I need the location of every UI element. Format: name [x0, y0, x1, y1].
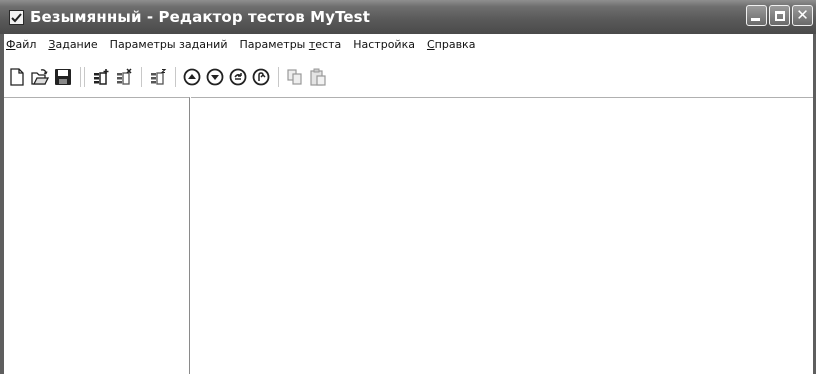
paste-button[interactable] [308, 66, 328, 88]
menu-help-rest: правка [434, 38, 476, 51]
delete-task-button[interactable] [114, 66, 134, 88]
menu-task[interactable]: Задание [42, 35, 103, 55]
move-back-button[interactable] [251, 66, 271, 88]
app-checkbox-icon [9, 9, 24, 25]
window-controls: ✕ [746, 5, 813, 26]
delete-task-icon [117, 68, 132, 85]
move-next-icon [229, 68, 247, 86]
close-button[interactable]: ✕ [792, 5, 813, 26]
menu-help-mnemonic: С [426, 38, 435, 51]
add-task-button[interactable] [91, 66, 111, 88]
toolbar-separator [141, 67, 142, 87]
maximize-icon [774, 10, 785, 21]
menu-bar: Файл Задание Параметры заданий Параметры… [4, 34, 813, 56]
new-file-icon [10, 68, 24, 86]
paste-icon [310, 68, 326, 86]
toolbar-separator [278, 67, 279, 87]
client-area [4, 97, 813, 374]
maximize-button[interactable] [769, 5, 790, 26]
minimize-icon [751, 18, 760, 21]
toolbar-separator [175, 67, 176, 87]
menu-file-rest: айл [15, 38, 37, 51]
copy-icon [287, 69, 302, 85]
menu-file[interactable]: Файл [4, 35, 42, 55]
move-next-button[interactable] [228, 66, 248, 88]
window-title: Безымянный - Редактор тестов MyTest [30, 8, 370, 26]
menu-help[interactable]: Справка [421, 35, 481, 55]
task-list-pane[interactable] [4, 97, 190, 374]
menu-test-params[interactable]: Параметры теста [233, 35, 347, 55]
menu-task-rest: адание [55, 38, 98, 51]
open-folder-icon [31, 69, 49, 85]
title-bar[interactable]: Безымянный - Редактор тестов MyTest ✕ [0, 0, 816, 34]
task-properties-icon [151, 68, 167, 85]
menu-test-params-pre: Параметры [239, 38, 309, 51]
minimize-button[interactable] [746, 5, 767, 26]
open-button[interactable] [30, 66, 50, 88]
save-icon [55, 69, 71, 85]
move-down-icon [206, 68, 224, 86]
new-button[interactable] [7, 66, 27, 88]
toolbar [4, 57, 813, 97]
move-up-button[interactable] [182, 66, 202, 88]
add-task-icon [94, 69, 109, 85]
toolbar-separator [80, 67, 85, 87]
menu-test-params-rest: еста [315, 38, 342, 51]
save-button[interactable] [53, 66, 73, 88]
move-down-button[interactable] [205, 66, 225, 88]
task-editor-pane[interactable] [191, 97, 813, 374]
close-icon: ✕ [796, 6, 809, 24]
move-up-icon [183, 68, 201, 86]
menu-settings[interactable]: Настройка [347, 35, 421, 55]
app-window: Безымянный - Редактор тестов MyTest ✕ Фа… [0, 0, 816, 374]
move-back-icon [252, 68, 270, 86]
task-properties-button[interactable] [148, 66, 168, 88]
copy-button[interactable] [285, 66, 305, 88]
menu-task-params[interactable]: Параметры заданий [104, 35, 234, 55]
